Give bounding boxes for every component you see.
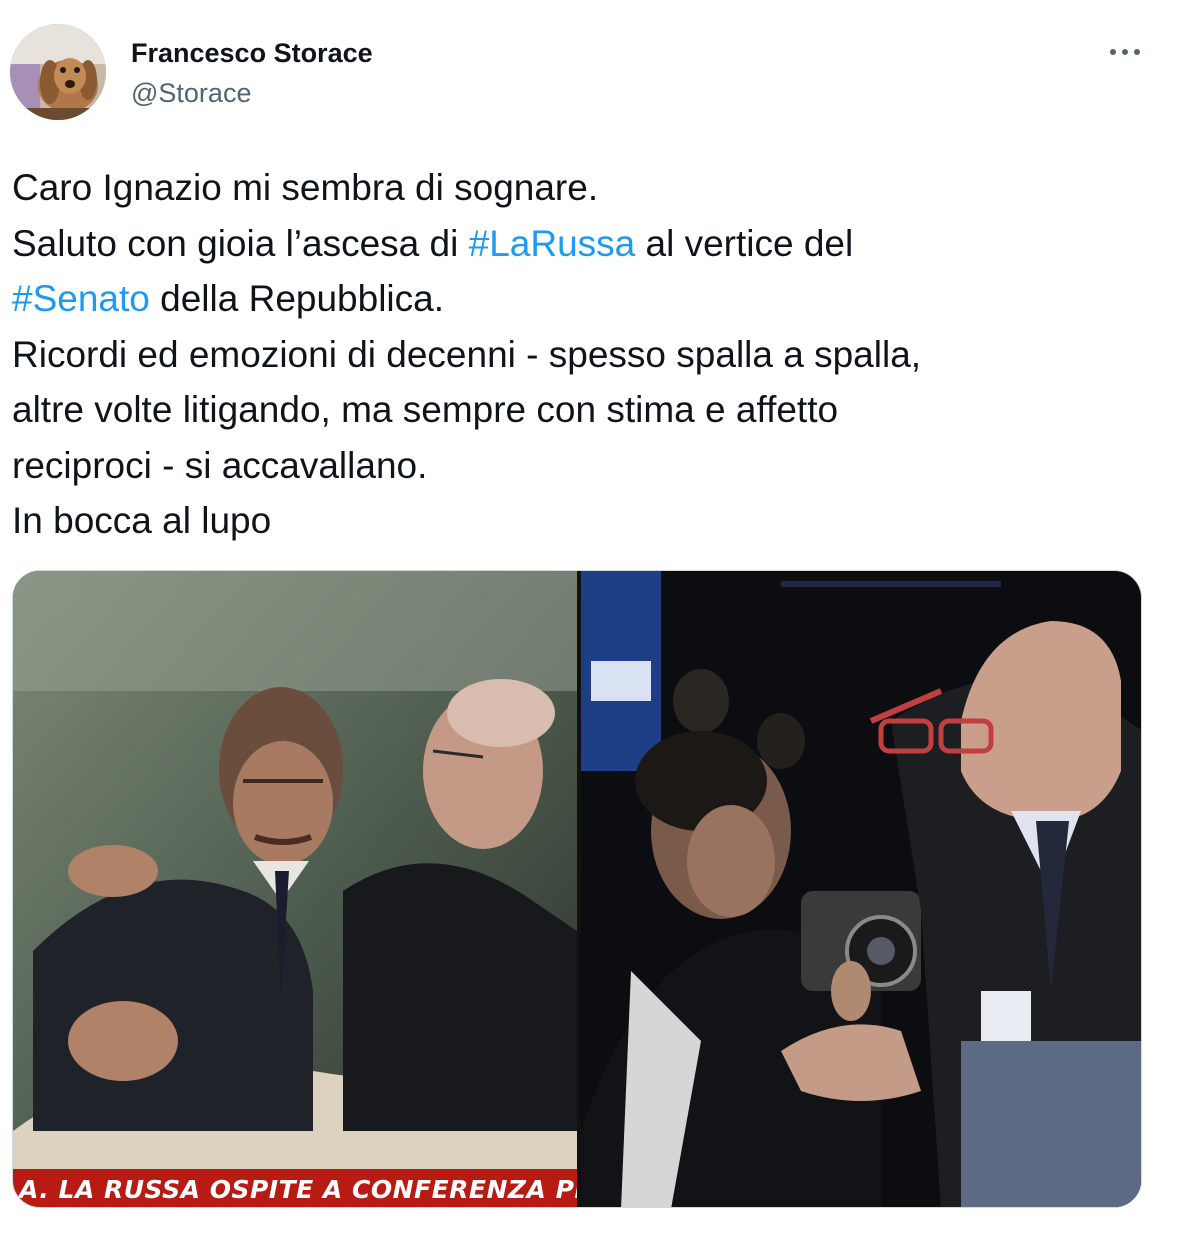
dog-avatar-icon	[10, 24, 106, 120]
photo-left[interactable]: A. LA RUSSA OSPITE A CONFERENZA PROGRA	[13, 571, 577, 1207]
tweet-text-segment: della Repubblica.	[149, 278, 444, 319]
tweet-text-line: altre volte litigando, ma sempre con sti…	[12, 382, 1152, 438]
media-grid: A. LA RUSSA OSPITE A CONFERENZA PROGRA	[12, 570, 1142, 1208]
tweet-text-line: Saluto con gioia l’ascesa di #LaRussa al…	[12, 216, 1152, 272]
tweet-text-line: Ricordi ed emozioni di decenni - spesso …	[12, 327, 1152, 383]
tweet-text-segment: Ricordi ed emozioni di decenni - spesso …	[12, 333, 922, 375]
photo-left-image	[13, 571, 577, 1207]
photo-right[interactable]	[581, 571, 1141, 1207]
tweet-text-segment: al vertice del	[635, 222, 854, 264]
tweet-text-line: In bocca al lupo	[12, 493, 1152, 549]
news-caption-bar: A. LA RUSSA OSPITE A CONFERENZA PROGRA	[13, 1169, 577, 1207]
tweet-text-segment: altre volte litigando, ma sempre con sti…	[12, 389, 839, 430]
tweet-text-segment: In bocca al lupo	[12, 500, 272, 541]
tweet-text: Caro Ignazio mi sembra di sognare. Saluto…	[12, 160, 1152, 549]
hashtag-link[interactable]: #Senato	[12, 278, 150, 319]
tweet-text-segment: Saluto con gioia l’ascesa di	[12, 222, 469, 264]
tweet-text-segment: Caro Ignazio mi sembra di sognare.	[12, 167, 599, 208]
tweet-text-line: #Senato della Repubblica.	[12, 271, 1152, 327]
tweet-text-segment: reciproci - si accavallano.	[12, 444, 428, 486]
avatar[interactable]	[10, 24, 106, 120]
photo-right-image	[581, 571, 1141, 1207]
user-info: Francesco Storace @Storace	[131, 36, 373, 110]
more-options-icon	[1110, 49, 1140, 55]
hashtag-link[interactable]: #LaRussa	[469, 223, 636, 264]
tweet-text-line: reciproci - si accavallano.	[12, 438, 1152, 494]
more-options-button[interactable]	[1108, 40, 1142, 64]
tweet-text-line: Caro Ignazio mi sembra di sognare.	[12, 160, 1152, 216]
user-handle[interactable]: @Storace	[131, 76, 373, 110]
news-caption: A. LA RUSSA OSPITE A CONFERENZA PROGRA	[19, 1175, 577, 1204]
tweet: Francesco Storace @Storace Caro Ignazio …	[0, 0, 1180, 1252]
display-name[interactable]: Francesco Storace	[131, 36, 373, 70]
